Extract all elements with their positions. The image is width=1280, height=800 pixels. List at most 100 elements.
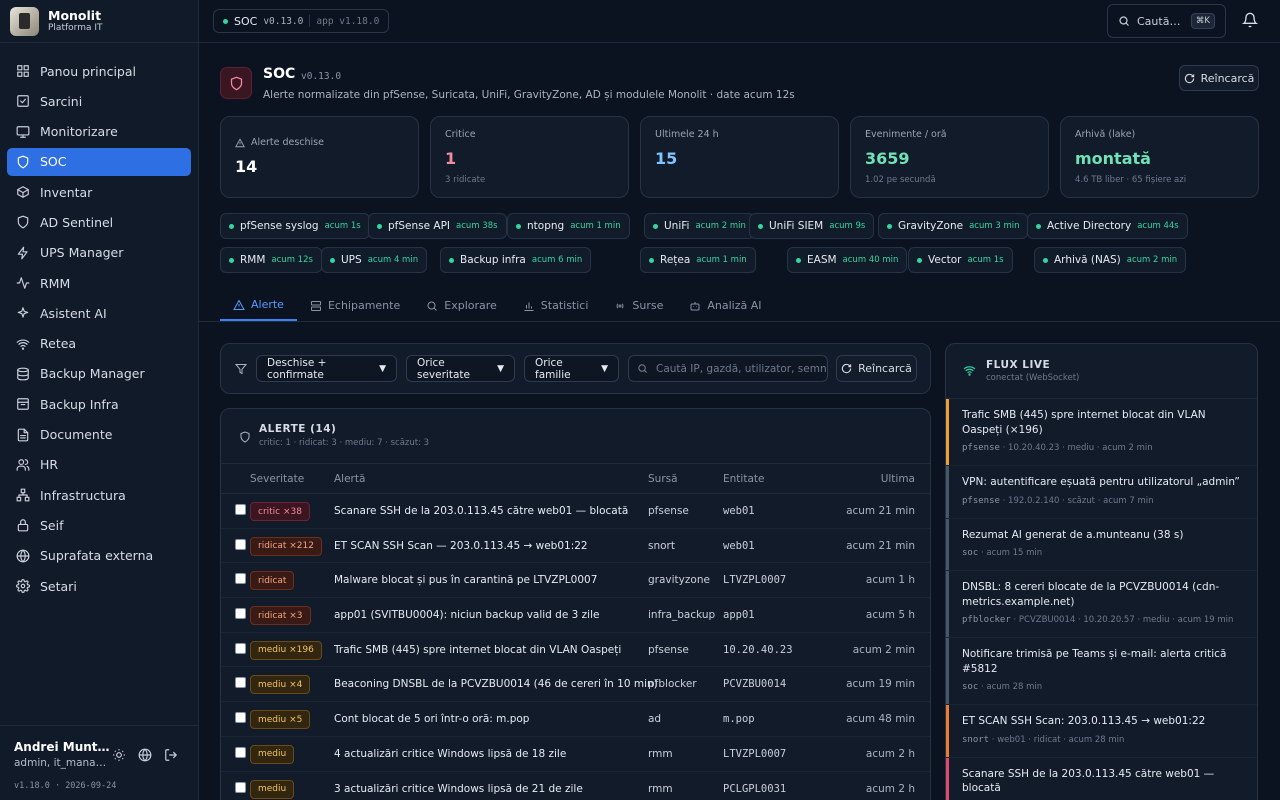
table-row[interactable]: mediu ×196 Trafic SMB (445) spre internet… bbox=[221, 633, 930, 668]
row-checkbox[interactable] bbox=[235, 573, 246, 585]
row-checkbox[interactable] bbox=[235, 504, 246, 515]
col-severity[interactable]: Severitate bbox=[250, 473, 304, 485]
sidebar-item-retea[interactable]: Retea bbox=[7, 330, 191, 358]
source-status-chip[interactable]: Backup infra acum 6 min bbox=[440, 247, 592, 273]
alert-entity[interactable]: app01 bbox=[723, 609, 755, 621]
refresh-icon bbox=[841, 363, 852, 374]
sidebar-item-suprafata-externa[interactable]: Suprafata externa bbox=[7, 542, 191, 570]
reload-button[interactable]: Reîncarcă bbox=[1179, 65, 1259, 91]
sidebar-item-backup-infra[interactable]: Backup Infra bbox=[7, 390, 191, 418]
alert-entity[interactable]: LTVZPL0007 bbox=[723, 748, 786, 760]
sidebar-item-soc[interactable]: SOC bbox=[7, 147, 191, 176]
row-checkbox[interactable] bbox=[235, 712, 246, 724]
activity-icon bbox=[16, 277, 30, 289]
row-checkbox[interactable] bbox=[235, 538, 246, 550]
tab-statistici[interactable]: Statistici bbox=[510, 290, 602, 321]
table-row[interactable]: ridicat ×3 app01 (SVITBU0004): niciun bac… bbox=[221, 598, 930, 633]
source-status-chip[interactable]: Active Directory acum 44s bbox=[1027, 213, 1188, 239]
family-filter-select[interactable]: Orice familie ▼ bbox=[524, 355, 619, 382]
row-checkbox[interactable] bbox=[235, 608, 246, 620]
live-feed-item[interactable]: DNSBL: 8 cereri blocate de la PCVZBU0014… bbox=[946, 571, 1257, 638]
source-status-chip[interactable]: Arhivă (NAS) acum 2 min bbox=[1034, 247, 1187, 273]
theme-toggle-icon[interactable] bbox=[112, 748, 126, 762]
source-status-chip[interactable]: ntopng acum 1 min bbox=[507, 213, 630, 239]
filter-reload-button[interactable]: Reîncarcă bbox=[836, 355, 917, 382]
row-checkbox[interactable] bbox=[235, 781, 246, 793]
sidebar-item-ad-sentinel[interactable]: AD Sentinel bbox=[7, 208, 191, 236]
language-globe-icon[interactable] bbox=[138, 748, 152, 762]
sidebar-item-sarcini[interactable]: Sarcini bbox=[7, 87, 191, 115]
live-feed-item[interactable]: Notificare trimisă pe Teams și e-mail: a… bbox=[946, 638, 1257, 705]
table-row[interactable]: mediu ×4 Beaconing DNSBL de la PCVZBU0014… bbox=[221, 667, 930, 703]
col-entity[interactable]: Entitate bbox=[723, 473, 764, 485]
alert-entity[interactable]: web01 bbox=[723, 505, 755, 517]
tab-alerte[interactable]: Alerte bbox=[220, 290, 297, 321]
logout-icon[interactable] bbox=[164, 748, 178, 762]
live-feed-item[interactable]: Rezumat AI generat de a.munteanu (38 s) s… bbox=[946, 518, 1257, 571]
col-source[interactable]: Sursă bbox=[648, 473, 678, 485]
alert-title[interactable]: Scanare SSH de la 203.0.113.45 către web… bbox=[334, 505, 628, 517]
source-status-chip[interactable]: UniFi acum 2 min bbox=[644, 213, 755, 239]
live-feed-item[interactable]: ET SCAN SSH Scan: 203.0.113.45 → web01:2… bbox=[946, 705, 1257, 758]
sidebar-item-hr[interactable]: HR bbox=[7, 451, 191, 479]
source-status-chip[interactable]: RMM acum 12s bbox=[220, 247, 322, 273]
sidebar-item-inventar[interactable]: Inventar bbox=[7, 178, 191, 206]
col-last[interactable]: Ultima bbox=[881, 473, 915, 485]
sidebar-item-asistent-ai[interactable]: Asistent AI bbox=[7, 299, 191, 327]
alert-title[interactable]: Malware blocat și pus în carantină pe LT… bbox=[334, 574, 597, 586]
table-row[interactable]: mediu ×5 Cont blocat de 5 ori într-o oră:… bbox=[221, 702, 930, 737]
severity-filter-select[interactable]: Orice severitate ▼ bbox=[406, 355, 515, 382]
alert-entity[interactable]: 10.20.40.23 bbox=[723, 644, 793, 656]
row-checkbox[interactable] bbox=[235, 746, 246, 758]
sidebar-item-backup-manager[interactable]: Backup Manager bbox=[7, 360, 191, 388]
col-alert[interactable]: Alertă bbox=[334, 473, 365, 485]
tab-echipamente[interactable]: Echipamente bbox=[297, 290, 413, 321]
alert-entity[interactable]: PCVZBU0014 bbox=[723, 678, 786, 690]
alert-search-input[interactable]: Caută IP, gazdă, utilizator, semnătură bbox=[628, 355, 828, 382]
sidebar-item-infrastructura[interactable]: Infrastructura bbox=[7, 481, 191, 509]
status-filter-select[interactable]: Deschise + confirmate ▼ bbox=[256, 355, 397, 382]
alert-entity[interactable]: web01 bbox=[723, 540, 755, 552]
sidebar-item-documente[interactable]: Documente bbox=[7, 421, 191, 449]
source-status-chip[interactable]: UPS acum 4 min bbox=[321, 247, 428, 273]
table-row[interactable]: critic ×38 Scanare SSH de la 203.0.113.45… bbox=[221, 494, 930, 529]
tab-surse[interactable]: Surse bbox=[601, 290, 676, 321]
table-row[interactable]: ridicat ×212 ET SCAN SSH Scan — 203.0.113… bbox=[221, 529, 930, 564]
table-row[interactable]: mediu 3 actualizări critice Windows lipsă… bbox=[221, 772, 930, 800]
alert-title[interactable]: Trafic SMB (445) spre internet blocat di… bbox=[334, 644, 621, 656]
live-feed-item[interactable]: Trafic SMB (445) spre internet blocat di… bbox=[946, 399, 1257, 466]
source-status-chip[interactable]: UniFi SIEM acum 9s bbox=[749, 213, 875, 239]
brand[interactable]: Monolit Platforma IT bbox=[0, 0, 198, 43]
table-row[interactable]: ridicat Malware blocat și pus în carantin… bbox=[221, 563, 930, 599]
source-status-chip[interactable]: Vector acum 1s bbox=[908, 247, 1013, 273]
alert-title[interactable]: 4 actualizări critice Windows lipsă de 1… bbox=[334, 748, 566, 760]
alert-entity[interactable]: PCLGPL0031 bbox=[723, 783, 786, 795]
sidebar-item-ups-manager[interactable]: UPS Manager bbox=[7, 239, 191, 267]
alert-title[interactable]: Beaconing DNSBL de la PCVZBU0014 (46 de … bbox=[334, 678, 658, 690]
source-status-chip[interactable]: Rețea acum 1 min bbox=[640, 247, 756, 273]
live-feed-item[interactable]: VPN: autentificare eșuată pentru utiliza… bbox=[946, 466, 1257, 519]
notifications-bell-icon[interactable] bbox=[1242, 12, 1258, 28]
global-search-button[interactable]: Caută… ⌘K bbox=[1107, 4, 1226, 38]
alert-title[interactable]: 3 actualizări critice Windows lipsă de 2… bbox=[334, 783, 583, 795]
row-checkbox[interactable] bbox=[235, 677, 246, 689]
alert-title[interactable]: ET SCAN SSH Scan — 203.0.113.45 → web01:… bbox=[334, 540, 588, 552]
sidebar-item-seif[interactable]: Seif bbox=[7, 511, 191, 539]
sidebar-item-panou-principal[interactable]: Panou principal bbox=[7, 57, 191, 85]
source-status-chip[interactable]: pfSense syslog acum 1s bbox=[220, 213, 370, 239]
alert-title[interactable]: app01 (SVITBU0004): niciun backup valid … bbox=[334, 609, 599, 621]
source-status-chip[interactable]: pfSense API acum 38s bbox=[368, 213, 507, 239]
source-status-chip[interactable]: EASM acum 40 min bbox=[787, 247, 908, 273]
tab-explorare[interactable]: Explorare bbox=[413, 290, 510, 321]
alert-title[interactable]: Cont blocat de 5 ori într-o oră: m.pop bbox=[334, 713, 529, 725]
sidebar-item-rmm[interactable]: RMM bbox=[7, 269, 191, 297]
alert-entity[interactable]: m.pop bbox=[723, 713, 755, 725]
sidebar-item-monitorizare[interactable]: Monitorizare bbox=[7, 118, 191, 146]
alert-entity[interactable]: LTVZPL0007 bbox=[723, 574, 786, 586]
row-checkbox[interactable] bbox=[235, 642, 246, 654]
sidebar-item-setari[interactable]: Setari bbox=[7, 572, 191, 600]
tab-analiză-ai[interactable]: Analiză AI bbox=[676, 290, 774, 321]
source-status-chip[interactable]: GravityZone acum 3 min bbox=[878, 213, 1029, 239]
table-row[interactable]: mediu 4 actualizări critice Windows lipsă… bbox=[221, 737, 930, 772]
live-feed-item[interactable]: Scanare SSH de la 203.0.113.45 către web… bbox=[946, 757, 1257, 800]
